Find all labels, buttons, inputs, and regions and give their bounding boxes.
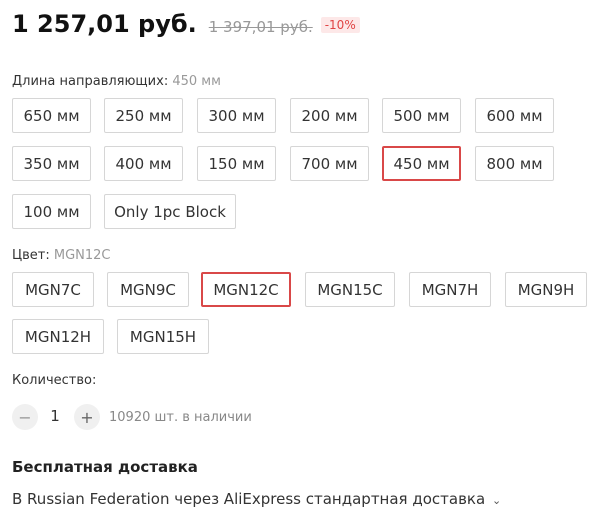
- color-option-mgn12h[interactable]: MGN12H: [12, 319, 104, 354]
- color-option-mgn9c[interactable]: MGN9C: [107, 272, 189, 307]
- length-option-350[interactable]: 350 мм: [12, 146, 91, 181]
- price-row: 1 257,01 руб. 1 397,01 руб. -10%: [12, 10, 360, 38]
- shipping-description[interactable]: В Russian Federation через AliExpress ст…: [12, 490, 501, 508]
- quantity-decrement-button[interactable]: −: [12, 404, 38, 430]
- length-label-text: Длина направляющих:: [12, 74, 169, 89]
- original-price: 1 397,01 руб.: [208, 18, 313, 36]
- current-price: 1 257,01 руб.: [12, 10, 197, 38]
- length-option-800[interactable]: 800 мм: [475, 146, 554, 181]
- color-label: Цвет: MGN12C: [12, 248, 111, 263]
- length-option-450-selected[interactable]: 450 мм: [382, 146, 461, 181]
- length-label: Длина направляющих: 450 мм: [12, 74, 221, 89]
- color-option-mgn7c[interactable]: MGN7C: [12, 272, 94, 307]
- length-option-650[interactable]: 650 мм: [12, 98, 91, 133]
- color-label-text: Цвет:: [12, 248, 50, 263]
- length-option-250[interactable]: 250 мм: [104, 98, 183, 133]
- length-option-200[interactable]: 200 мм: [290, 98, 369, 133]
- color-option-mgn7h[interactable]: MGN7H: [409, 272, 491, 307]
- quantity-increment-button[interactable]: +: [74, 404, 100, 430]
- stock-count: 10920 шт. в наличии: [109, 410, 252, 425]
- length-option-150[interactable]: 150 мм: [197, 146, 276, 181]
- length-option-400[interactable]: 400 мм: [104, 146, 183, 181]
- color-option-mgn15c[interactable]: MGN15C: [305, 272, 395, 307]
- shipping-description-text: В Russian Federation через AliExpress ст…: [12, 490, 486, 508]
- discount-badge: -10%: [320, 17, 360, 33]
- length-option-500[interactable]: 500 мм: [382, 98, 461, 133]
- color-option-mgn9h[interactable]: MGN9H: [505, 272, 587, 307]
- length-option-block[interactable]: Only 1pc Block: [104, 194, 236, 229]
- length-option-300[interactable]: 300 мм: [197, 98, 276, 133]
- length-option-100[interactable]: 100 мм: [12, 194, 91, 229]
- color-option-mgn12c-selected[interactable]: MGN12C: [201, 272, 291, 307]
- length-selected-value: 450 мм: [172, 74, 221, 89]
- quantity-value[interactable]: 1: [48, 407, 62, 425]
- chevron-down-icon[interactable]: ⌄: [492, 494, 501, 507]
- color-option-mgn15h[interactable]: MGN15H: [117, 319, 209, 354]
- shipping-title: Бесплатная доставка: [12, 458, 198, 476]
- quantity-label: Количество:: [12, 373, 97, 388]
- length-option-700[interactable]: 700 мм: [290, 146, 369, 181]
- length-option-600[interactable]: 600 мм: [475, 98, 554, 133]
- color-selected-value: MGN12C: [53, 248, 111, 263]
